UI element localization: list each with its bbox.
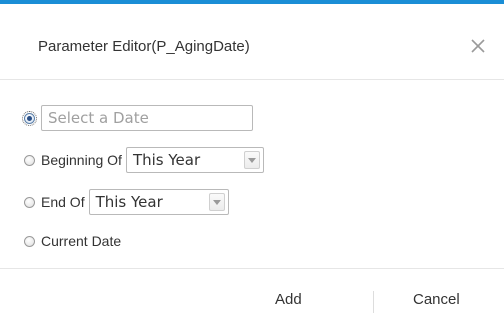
- radio-beginning-of[interactable]: [24, 154, 35, 166]
- dialog-body: Beginning Of This Year End Of This Year: [0, 80, 504, 268]
- dialog-header: Parameter Editor(P_AgingDate): [0, 4, 504, 80]
- radio-end-of[interactable]: [24, 196, 35, 208]
- current-date-label: Current Date: [41, 233, 122, 249]
- dialog-title: Parameter Editor(P_AgingDate): [38, 38, 250, 55]
- close-button[interactable]: [468, 36, 488, 56]
- date-input[interactable]: [41, 105, 253, 131]
- beginning-of-select-value: This Year: [132, 151, 201, 169]
- footer-divider: [373, 291, 374, 313]
- end-of-select[interactable]: This Year: [88, 189, 229, 215]
- end-of-select-value: This Year: [95, 193, 163, 211]
- option-row-current-date: Current Date: [24, 229, 121, 253]
- parameter-editor-dialog: Parameter Editor(P_AgingDate) Beginning …: [0, 0, 504, 324]
- option-row-end-of: End Of This Year: [24, 189, 229, 215]
- chevron-down-icon: [208, 193, 225, 211]
- dialog-footer: Add Cancel: [0, 268, 504, 324]
- radio-select-date[interactable]: [22, 110, 37, 126]
- option-row-date: [22, 105, 253, 131]
- chevron-down-icon: [243, 151, 260, 169]
- cancel-button[interactable]: Cancel: [413, 291, 460, 308]
- beginning-of-label: Beginning Of: [41, 152, 122, 168]
- beginning-of-select[interactable]: This Year: [125, 147, 264, 173]
- add-button[interactable]: Add: [275, 291, 302, 308]
- option-row-beginning-of: Beginning Of This Year: [24, 147, 264, 173]
- radio-current-date[interactable]: [24, 235, 35, 247]
- close-icon: [471, 39, 485, 53]
- end-of-label: End Of: [41, 194, 85, 210]
